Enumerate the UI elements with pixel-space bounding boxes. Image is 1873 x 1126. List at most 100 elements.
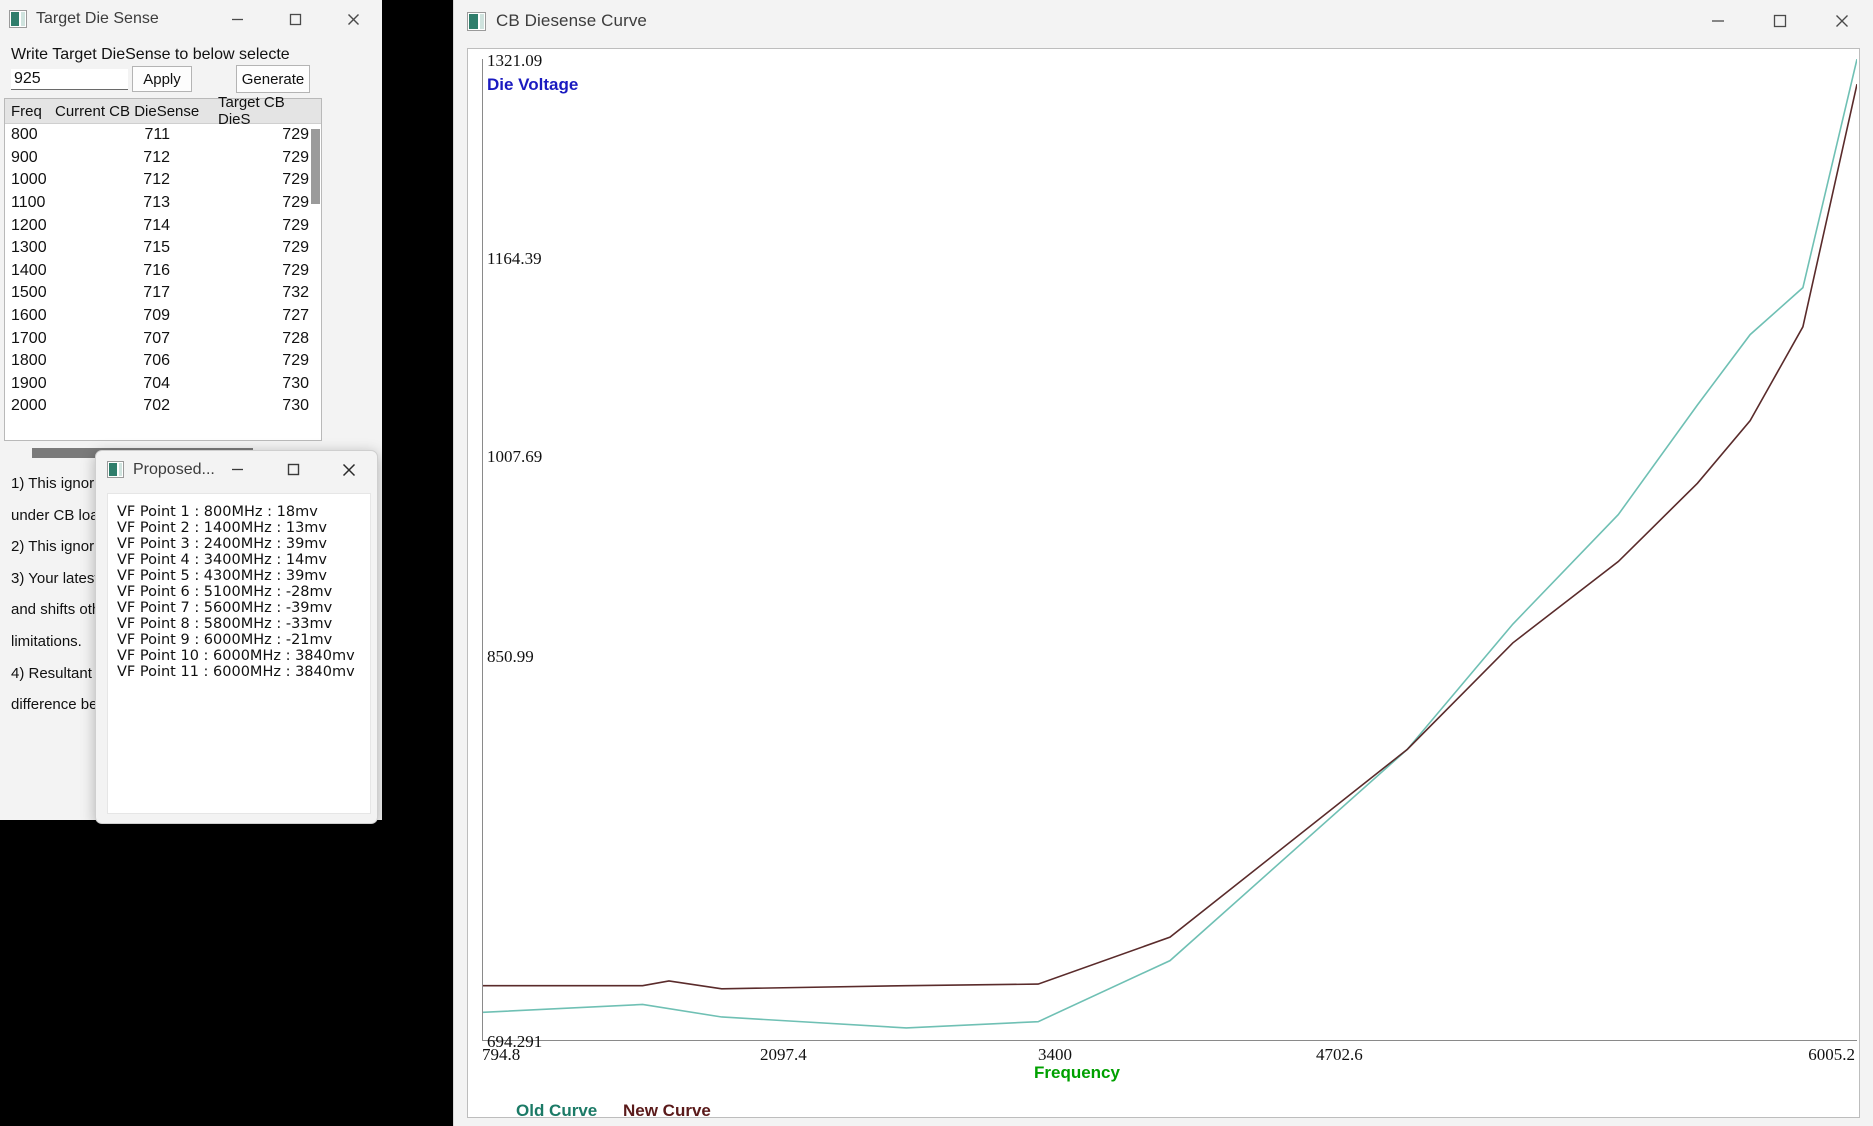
maximize-icon: [1773, 14, 1787, 28]
cell-freq: 1000: [11, 171, 47, 189]
vf-point-line: VF Point 8 : 5800MHz : -33mv: [117, 616, 333, 632]
cell-freq: 1200: [11, 216, 47, 234]
maximize-button[interactable]: [265, 451, 321, 488]
vf-point-line: VF Point 3 : 2400MHz : 39mv: [117, 536, 327, 552]
cell-freq: 800: [11, 126, 38, 144]
minimize-button[interactable]: [209, 451, 265, 488]
maximize-button[interactable]: [1749, 0, 1811, 42]
cell-freq: 1300: [11, 239, 47, 257]
table-row[interactable]: 1000 712 729: [5, 169, 321, 192]
minimize-icon: [231, 468, 243, 471]
cell-target: 729: [282, 261, 309, 279]
table-row[interactable]: 1100 713 729: [5, 192, 321, 215]
table-row[interactable]: 1200 714 729: [5, 214, 321, 237]
vf-point-line: VF Point 7 : 5600MHz : -39mv: [117, 600, 333, 616]
close-icon: [347, 13, 359, 25]
cell-target: 729: [282, 148, 309, 166]
cell-freq: 1500: [11, 284, 47, 302]
cell-current: 716: [143, 261, 170, 279]
cell-target: 727: [282, 307, 309, 325]
scrollbar-thumb[interactable]: [311, 129, 320, 204]
chart-window-titlebar: CB Diesense Curve: [454, 0, 1873, 42]
cell-current: 702: [143, 397, 170, 414]
table-row[interactable]: 1900 704 730: [5, 373, 321, 396]
table-row[interactable]: 800 711 729: [5, 124, 321, 147]
cell-current: 709: [143, 307, 170, 325]
cell-target: 728: [282, 329, 309, 347]
x-tick-label-0: 794.8: [482, 1045, 521, 1064]
chart-window: CB Diesense Curve 1321.09 Die Voltage 11…: [453, 0, 1873, 1126]
chart-window-controls: [1687, 0, 1873, 42]
table-row[interactable]: 1600 709 727: [5, 305, 321, 328]
y-tick-label-2: 1007.69: [487, 447, 543, 466]
table-row[interactable]: 1800 706 729: [5, 350, 321, 373]
table-row[interactable]: 1500 717 732: [5, 282, 321, 305]
cell-freq: 2000: [11, 397, 47, 414]
app-icon: [9, 10, 27, 28]
main-window-titlebar: Target Die Sense: [0, 0, 382, 38]
table-row[interactable]: 2000 702 730: [5, 395, 321, 414]
target-diesense-input[interactable]: [11, 69, 128, 90]
legend-item-new-curve: New Curve: [623, 1101, 711, 1120]
app-icon: [107, 461, 124, 478]
cell-freq: 1900: [11, 374, 47, 392]
proposed-window: Proposed... VF Point 1: 800MHz: 18mv V…: [95, 450, 378, 824]
table-row[interactable]: 1300 715 729: [5, 237, 321, 260]
cell-target: 730: [282, 374, 309, 392]
x-tick-label-2: 3400: [1038, 1045, 1072, 1064]
generate-button[interactable]: Generate: [236, 65, 310, 93]
close-button[interactable]: [324, 0, 382, 38]
close-icon: [1836, 15, 1848, 27]
cell-current: 712: [143, 148, 170, 166]
minimize-icon: [231, 18, 243, 20]
cell-current: 706: [143, 352, 170, 370]
chart-canvas: 1321.09 Die Voltage 1164.39 1007.69 850.…: [467, 48, 1860, 1120]
close-icon: [342, 463, 356, 476]
vf-point-line: VF Point 6 : 5100MHz : -28mv: [117, 584, 333, 600]
x-tick-label-4: 6005.2: [1808, 1045, 1855, 1064]
diesense-table: Freq Current CB DieSense Target CB DieS …: [4, 94, 322, 441]
chart-window-title: CB Diesense Curve: [496, 11, 647, 30]
cell-current: 713: [143, 194, 170, 212]
column-header-current[interactable]: Current CB DieSense: [55, 103, 218, 120]
x-axis-title: Frequency: [1034, 1063, 1120, 1082]
plot-area: 1321.09 Die Voltage 1164.39 1007.69 850.…: [482, 51, 1857, 1051]
main-window-title: Target Die Sense: [36, 10, 159, 27]
curves-svg: [483, 59, 1857, 1040]
app-icon: [467, 11, 486, 31]
minimize-button[interactable]: [208, 0, 266, 38]
table-row[interactable]: 1700 707 728: [5, 327, 321, 350]
table-body: 800 711 729 900 712 729 1000 712 729 1100 713 729 12…: [5, 124, 321, 414]
table-vertical-scrollbar[interactable]: [309, 124, 321, 414]
close-button[interactable]: [321, 451, 377, 488]
minimize-button[interactable]: [1687, 0, 1749, 42]
cell-target: 729: [282, 352, 309, 370]
cell-current: 715: [143, 239, 170, 257]
column-header-freq[interactable]: Freq: [5, 103, 55, 120]
write-target-label: Write Target DieSense to below selecte: [11, 46, 290, 63]
maximize-button[interactable]: [266, 0, 324, 38]
minimize-icon: [1712, 20, 1724, 22]
cell-current: 704: [143, 374, 170, 392]
table-row[interactable]: 900 712 729: [5, 147, 321, 170]
vf-point-line: VF Point 4 : 3400MHz : 14mv: [117, 552, 327, 568]
cell-target: 729: [282, 194, 309, 212]
y-tick-label-3: 850.99: [487, 647, 534, 666]
x-tick-label-3: 4702.6: [1316, 1045, 1363, 1064]
cell-freq: 1600: [11, 307, 47, 325]
cell-current: 712: [143, 171, 170, 189]
close-button[interactable]: [1811, 0, 1873, 42]
cell-current: 707: [143, 329, 170, 347]
cell-target: 730: [282, 397, 309, 414]
cell-target: 729: [282, 239, 309, 257]
apply-button[interactable]: Apply: [132, 66, 192, 92]
table-row[interactable]: 1400 716 729: [5, 260, 321, 283]
cell-target: 729: [282, 126, 309, 144]
write-target-form: Write Target DieSense to below selecte A…: [0, 38, 382, 100]
cell-current: 714: [143, 216, 170, 234]
vf-point-line: VF Point 10 : 6000MHz : 3840mv: [117, 648, 355, 664]
column-header-target[interactable]: Target CB DieS: [218, 94, 321, 128]
series-new-curve: [483, 84, 1857, 989]
x-tick-label-1: 2097.4: [760, 1045, 807, 1064]
cell-freq: 900: [11, 148, 38, 166]
